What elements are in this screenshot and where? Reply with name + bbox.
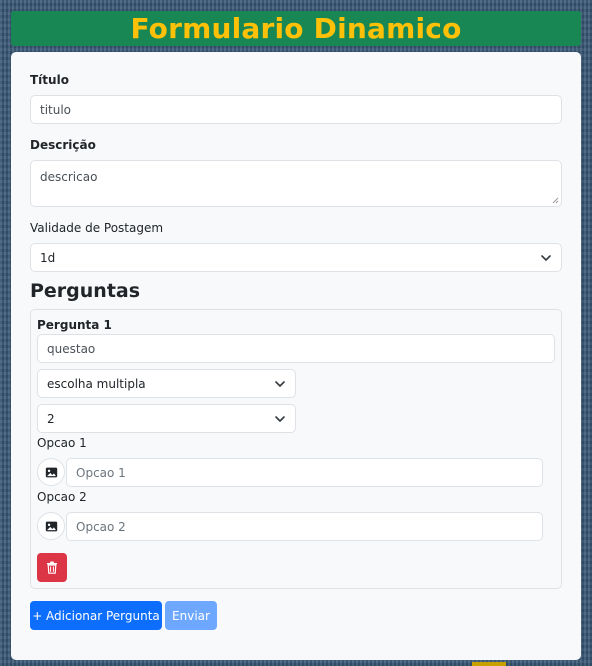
add-question-button[interactable]: + Adicionar Pergunta	[30, 601, 162, 630]
question-text-input[interactable]: questao	[37, 334, 555, 363]
option-1-input[interactable]: Opcao 1	[66, 458, 543, 487]
chevron-down-icon	[274, 378, 286, 390]
trash-icon	[47, 561, 57, 574]
page-edge-marker	[472, 662, 506, 666]
app-header: Formulario Dinamico	[11, 11, 581, 46]
questions-heading: Perguntas	[30, 280, 141, 302]
option-2-label: Opcao 2	[37, 490, 87, 504]
question-card: Pergunta 1 questao escolha multipla 2 Op…	[30, 309, 562, 589]
delete-question-button[interactable]	[37, 553, 67, 582]
option-2-image-button[interactable]	[37, 512, 65, 540]
option-count-value: 2	[47, 411, 55, 426]
page-title: Formulario Dinamico	[130, 12, 462, 45]
option-2-placeholder: Opcao 2	[76, 519, 126, 534]
image-icon	[45, 521, 57, 531]
title-input[interactable]: titulo	[30, 95, 562, 124]
resize-handle-icon[interactable]	[552, 197, 559, 204]
validity-label: Validade de Postagem	[30, 221, 164, 235]
add-question-label: + Adicionar Pergunta	[32, 608, 160, 623]
validity-value: 1d	[40, 250, 56, 265]
title-input-value: titulo	[40, 102, 72, 117]
chevron-down-icon	[540, 252, 552, 264]
image-icon	[45, 467, 57, 477]
submit-button[interactable]: Enviar	[165, 601, 217, 630]
question-type-select[interactable]: escolha multipla	[37, 369, 296, 398]
chevron-down-icon	[274, 413, 286, 425]
option-count-select[interactable]: 2	[37, 404, 296, 433]
option-1-image-button[interactable]	[37, 458, 65, 486]
option-2-input[interactable]: Opcao 2	[66, 512, 543, 541]
description-value: descricao	[40, 170, 98, 184]
description-textarea[interactable]: descricao	[30, 160, 562, 207]
submit-label: Enviar	[172, 608, 210, 623]
question-type-value: escolha multipla	[47, 376, 146, 391]
option-1-label: Opcao 1	[37, 436, 87, 450]
validity-select[interactable]: 1d	[30, 243, 562, 272]
option-1-placeholder: Opcao 1	[76, 465, 126, 480]
question-text-value: questao	[47, 341, 96, 356]
form-card: Título titulo Descrição descricao Valida…	[11, 52, 581, 660]
question-label: Pergunta 1	[37, 318, 112, 332]
description-label: Descrição	[30, 138, 96, 152]
title-label: Título	[30, 73, 69, 87]
